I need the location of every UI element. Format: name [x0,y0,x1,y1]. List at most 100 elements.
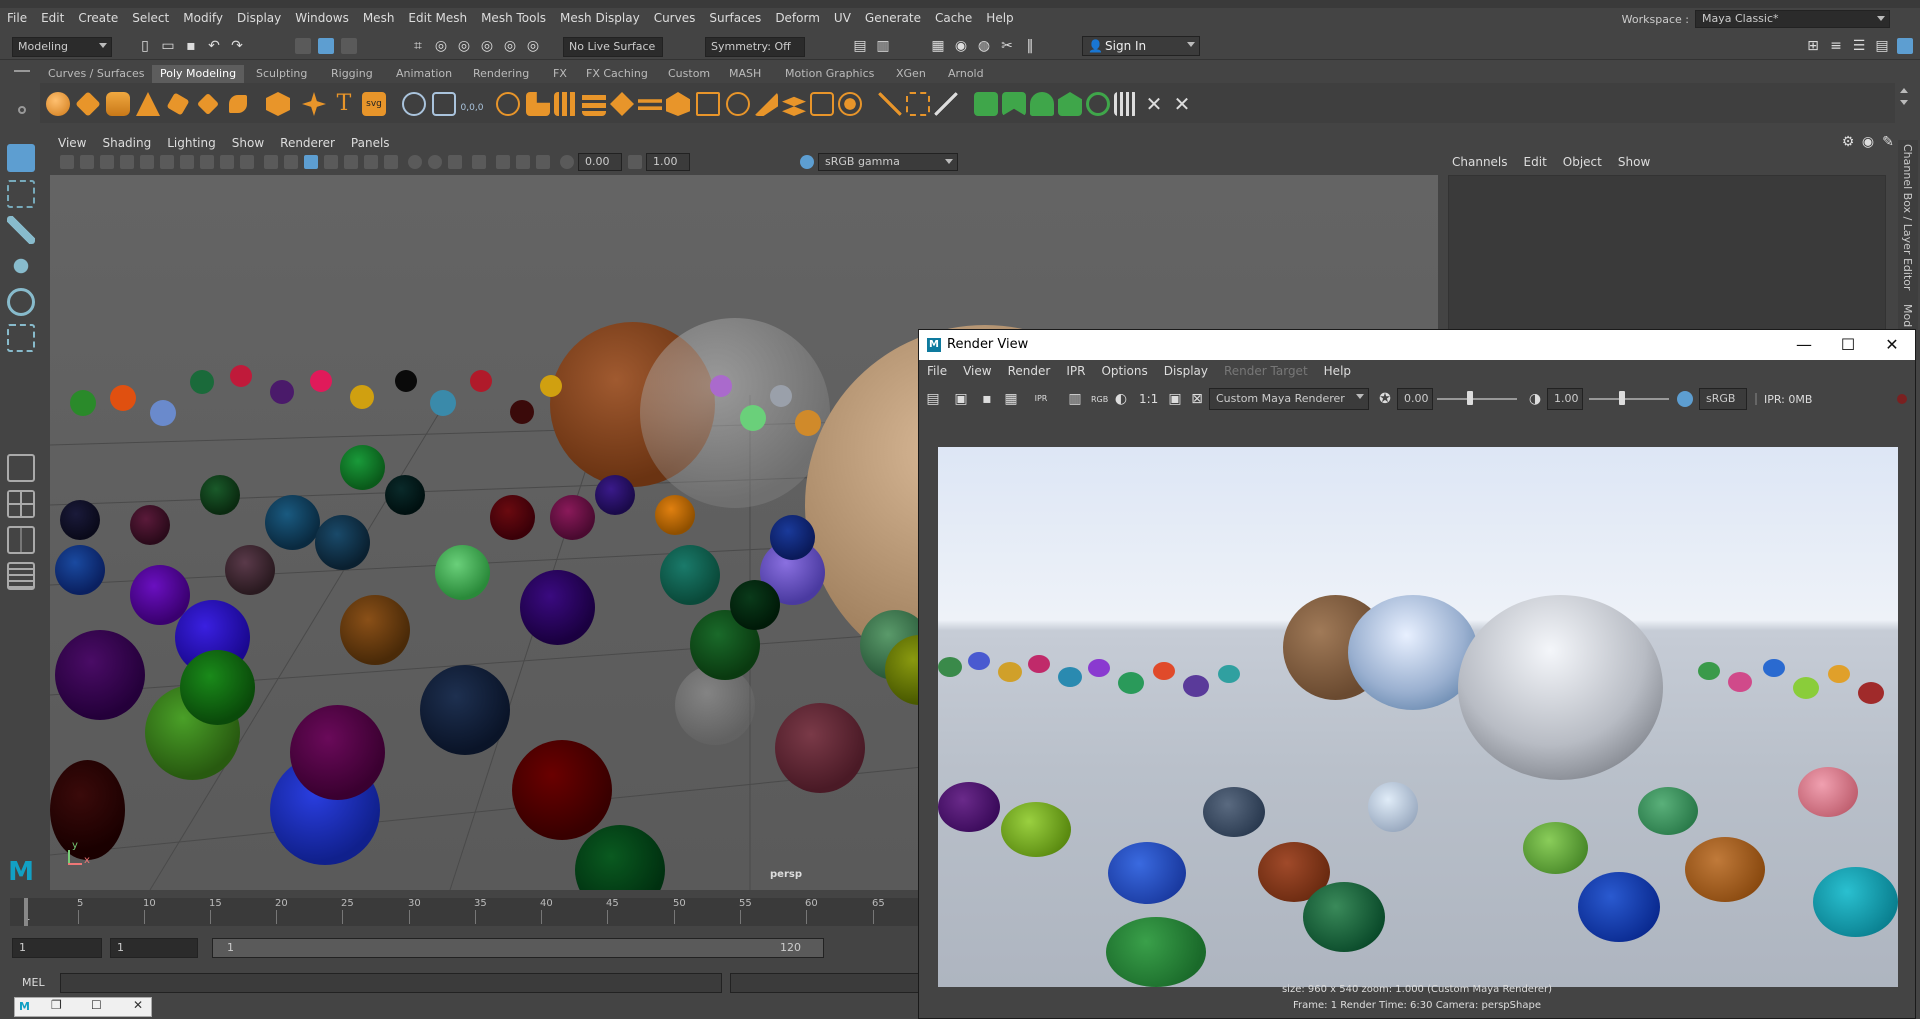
tab-sculpting[interactable]: Sculpting [248,65,315,83]
sign-in-dropdown[interactable]: 👤 Sign In [1082,36,1200,56]
uv-spherical-icon[interactable] [1030,92,1054,116]
sphere-far-15[interactable] [740,405,766,431]
bridge-icon[interactable] [554,92,578,116]
view-transform-dropdown[interactable]: sRGB gamma [818,153,958,171]
poly-plane-icon[interactable] [196,92,220,116]
exposure-icon[interactable] [560,155,574,169]
sphere-far-10[interactable] [430,390,456,416]
tab-rendering[interactable]: Rendering [465,65,537,83]
channel-box-menu-show[interactable]: Show [1610,155,1658,169]
display-region-icon[interactable]: ▣ [1167,391,1183,407]
select-object-icon[interactable] [318,38,334,54]
sphere-far-12[interactable] [510,400,534,424]
menu-mesh-tools[interactable]: Mesh Tools [474,11,553,25]
anti-aliasing-icon[interactable] [448,155,462,169]
svg-icon[interactable]: svg [362,92,386,116]
ipr-stop-icon[interactable] [1897,394,1907,404]
quad-draw-icon[interactable] [726,92,750,116]
uv-shell-icon[interactable]: ✕ [1170,92,1194,116]
unfold-icon[interactable] [906,92,930,116]
channel-box-pin-icon[interactable]: ◉ [1860,134,1876,150]
scale-tool-icon[interactable] [7,324,35,352]
sphere-steel[interactable] [315,515,370,570]
render-view-titlebar[interactable]: M Render View — ☐ ✕ [919,330,1915,360]
hypershade-icon[interactable]: ◍ [976,38,992,54]
pause-icon[interactable]: ‖ [1022,38,1038,54]
uv-auto-icon[interactable] [1058,92,1082,116]
exposure-reset-icon[interactable]: ✪ [1377,391,1393,407]
shelf-scroll-down-icon[interactable] [1900,100,1908,105]
uv-transfer-icon[interactable] [1086,92,1110,116]
image-plane-icon[interactable] [120,155,134,169]
text-icon[interactable]: T [332,92,356,116]
sphere-green-3[interactable] [340,445,385,490]
paint-select-tool-icon[interactable] [7,216,35,244]
four-view-layout-icon[interactable] [7,490,35,518]
color-management-icon[interactable] [1677,391,1693,407]
viewport-menu-show[interactable]: Show [224,136,272,154]
save-scene-icon[interactable]: ▪ [183,38,199,54]
modeling-toolkit-icon[interactable]: ⊞ [1805,38,1821,54]
sphere-blue-3[interactable] [770,515,815,560]
render-region-icon[interactable]: ▣ [953,391,969,407]
channel-box-side-tab[interactable]: Channel Box / Layer Editor Mod [1898,140,1918,330]
restore-icon[interactable]: ❐ [51,998,62,1012]
tab-motion-graphics[interactable]: Motion Graphics [777,65,882,83]
maximize-button[interactable]: ☐ [1826,334,1870,356]
workspace-dropdown[interactable]: Maya Classic* [1695,10,1890,28]
real-size-button[interactable]: 1:1 [1139,392,1158,406]
ambient-occlusion-icon[interactable] [408,155,422,169]
menu-windows[interactable]: Windows [288,11,356,25]
wireframe-on-shaded-icon[interactable] [324,155,338,169]
channel-box-menu-channels[interactable]: Channels [1444,155,1516,169]
sphere-teal-2[interactable] [660,545,720,605]
menu-display[interactable]: Display [230,11,288,25]
sphere-far-5[interactable] [230,365,252,387]
gamma-slider-handle[interactable] [1619,391,1625,405]
tab-custom[interactable]: Custom [660,65,718,83]
smooth-shade-icon[interactable] [304,155,318,169]
sphere-teal[interactable] [265,495,320,550]
poly-cube-icon[interactable] [75,91,101,117]
resolution-gate-icon[interactable] [200,155,214,169]
sphere-plum[interactable] [130,505,170,545]
viewport-menu-lighting[interactable]: Lighting [159,136,224,154]
uv-layout-icon[interactable]: ✕ [1142,92,1166,116]
remove-image-icon[interactable]: ⊠ [1189,391,1205,407]
sphere-green-2[interactable] [180,650,255,725]
channel-box-edit-icon[interactable]: ✎ [1880,134,1896,150]
menu-modify[interactable]: Modify [176,11,230,25]
gamma-field[interactable]: 1.00 [646,153,690,171]
sphere-ochre[interactable] [340,595,410,665]
render-exposure-field[interactable]: 0.00 [1397,388,1433,410]
channel-box-icon[interactable]: ▤ [1874,38,1890,54]
ipr-refresh-icon[interactable]: IPR [1031,391,1051,407]
sphere-far-9[interactable] [395,370,417,392]
sphere-red[interactable] [490,495,535,540]
close-icon[interactable]: ✕ [133,998,143,1012]
shelf-menu-icon[interactable] [14,70,30,72]
sphere-rose[interactable] [775,703,865,793]
merge-icon[interactable] [666,92,690,116]
tool-settings-icon[interactable]: ☰ [1851,38,1867,54]
sphere-far-13[interactable] [540,375,562,397]
sphere-far-1[interactable] [70,390,96,416]
shelf-scroll-up-icon[interactable] [1900,88,1908,93]
menu-edit-mesh[interactable]: Edit Mesh [401,11,474,25]
snap-view-icon[interactable]: ◎ [479,38,495,54]
xray-icon[interactable] [496,155,510,169]
field-chart-icon[interactable] [240,155,254,169]
select-hierarchy-icon[interactable] [295,38,311,54]
sphere-dark-red[interactable] [50,760,125,860]
sphere-far-17[interactable] [795,410,821,436]
sphere-far-6[interactable] [270,380,294,404]
tab-animation[interactable]: Animation [388,65,460,83]
sphere-black[interactable] [60,500,100,540]
playback-start-field[interactable]: 1 [110,938,198,958]
range-slider[interactable]: 1 120 [212,938,824,958]
snap-pivot-icon[interactable]: ◎ [525,38,541,54]
slide-edge-icon[interactable] [754,92,778,116]
cut-uv-icon[interactable] [878,92,902,116]
gate-mask-icon[interactable] [220,155,234,169]
camera-select-icon[interactable] [60,155,74,169]
